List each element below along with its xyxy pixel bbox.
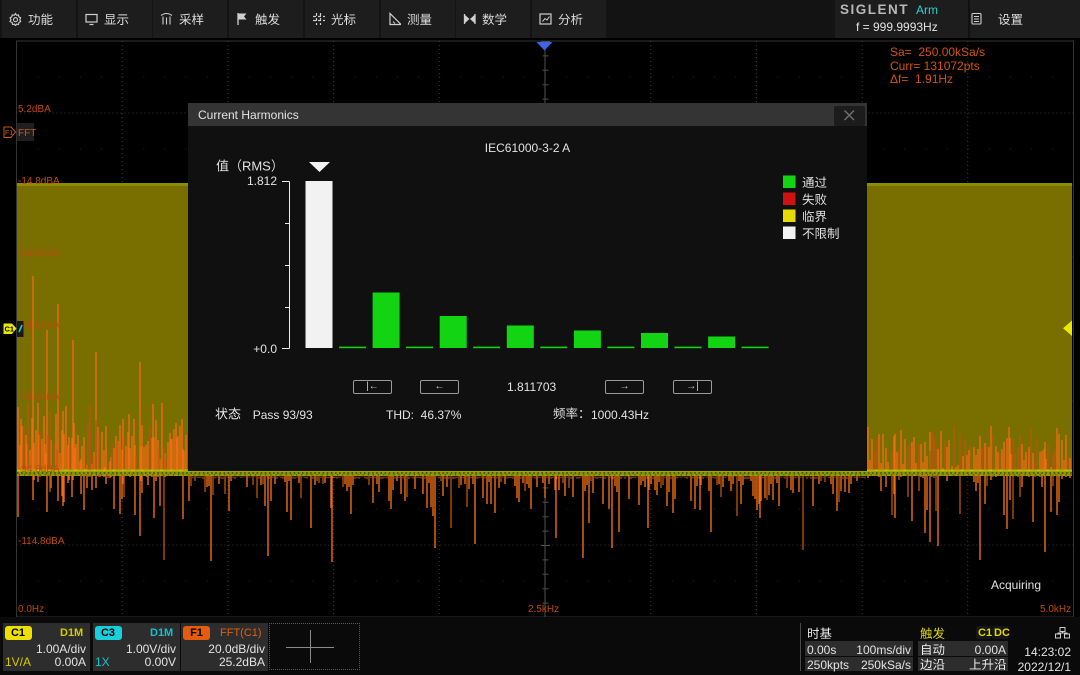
svg-text:C1: C1 <box>5 325 15 334</box>
svg-text:F1: F1 <box>5 130 13 137</box>
svg-text:S: S <box>262 159 271 172</box>
svg-text:R: R <box>242 159 251 172</box>
svg-text:M: M <box>251 159 262 172</box>
svg-text:FFT: FFT <box>18 128 36 139</box>
